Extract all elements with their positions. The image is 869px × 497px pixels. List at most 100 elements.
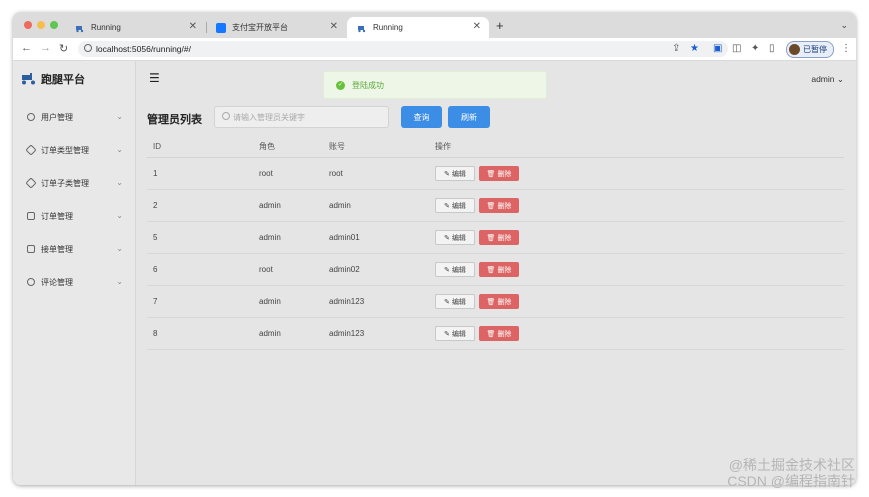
- share-icon[interactable]: ⇪: [672, 43, 680, 54]
- cell-actions: ✎ 编辑 🗑 删除: [429, 317, 844, 350]
- document-icon: [27, 245, 35, 253]
- page-title: 管理员列表: [147, 114, 202, 126]
- tab-running-1[interactable]: Running ✕: [65, 17, 205, 38]
- menu-toggle-icon[interactable]: ☰: [149, 71, 160, 85]
- sidebar-item-order-type[interactable]: 订单类型管理 ⌄: [13, 139, 135, 161]
- edit-button-label: 编辑: [451, 330, 466, 338]
- cell-account: admin01: [323, 221, 429, 254]
- sidebar-item-label: 评论管理: [41, 277, 73, 287]
- column-header-role: 角色: [253, 135, 323, 158]
- delete-button[interactable]: 🗑 删除: [479, 198, 519, 213]
- delete-button-label: 删除: [497, 330, 512, 338]
- sidebar-item-accept-order[interactable]: 接单管理 ⌄: [13, 238, 135, 260]
- trash-icon: 🗑: [486, 234, 496, 242]
- edit-button[interactable]: ✎ 编辑: [435, 198, 475, 213]
- cell-role: admin: [253, 317, 323, 350]
- user-menu[interactable]: admin ⌄: [811, 74, 844, 85]
- tab-close-icon[interactable]: ✕: [473, 21, 481, 32]
- reload-icon[interactable]: ↻: [59, 42, 68, 55]
- sidebar-item-comment-management[interactable]: 评论管理 ⌄: [13, 271, 135, 293]
- chevron-down-icon: ⌄: [116, 112, 123, 121]
- edit-button[interactable]: ✎ 编辑: [435, 326, 475, 341]
- delete-button-label: 删除: [497, 298, 512, 306]
- table-row: 8 admin admin123 ✎ 编辑 🗑 删除: [147, 317, 844, 350]
- chevron-down-icon: ⌄: [116, 244, 123, 253]
- minimize-window-button[interactable]: [37, 21, 45, 29]
- chevron-down-icon: ⌄: [116, 211, 123, 220]
- delete-button[interactable]: 🗑 删除: [479, 230, 519, 245]
- tab-title: 支付宝开放平台: [232, 23, 288, 32]
- column-header-actions: 操作: [429, 135, 844, 158]
- profile-button[interactable]: 已暂停: [786, 41, 834, 58]
- sidebar-item-user-management[interactable]: 用户管理 ⌄: [13, 106, 135, 128]
- pencil-icon: ✎: [444, 202, 450, 210]
- column-header-id: ID: [147, 135, 253, 158]
- translate-icon[interactable]: ▣: [713, 43, 722, 54]
- tab-title: Running: [373, 23, 403, 32]
- back-arrow-icon[interactable]: ←: [21, 42, 32, 54]
- cell-role: admin: [253, 189, 323, 222]
- refresh-button[interactable]: 刷新: [448, 106, 490, 128]
- forward-arrow-icon[interactable]: →: [40, 42, 51, 54]
- check-circle-icon: ✓: [336, 80, 345, 90]
- tab-running-active[interactable]: Running ✕: [347, 17, 489, 38]
- running-favicon-icon: [75, 23, 85, 33]
- sidebar-item-label: 接单管理: [41, 244, 73, 254]
- admin-table: ID 角色 账号 操作 1 root root ✎ 编辑 🗑 删除 2 admin admin ✎ 编…: [147, 135, 844, 350]
- cell-role: admin: [253, 221, 323, 254]
- cell-actions: ✎ 编辑 🗑 删除: [429, 189, 844, 222]
- cell-account: admin123: [323, 285, 429, 318]
- zoom-window-button[interactable]: [50, 21, 58, 29]
- trash-icon: 🗑: [486, 330, 496, 338]
- alipay-favicon-icon: [216, 22, 226, 33]
- search-input[interactable]: [233, 110, 383, 124]
- cell-id: 5: [147, 221, 253, 254]
- pencil-icon: ✎: [444, 330, 450, 338]
- tab-strip: Running ✕ 支付宝开放平台 ✕ Running ✕ + ⌄: [13, 12, 856, 38]
- close-window-button[interactable]: [24, 21, 32, 29]
- table-row: 1 root root ✎ 编辑 🗑 删除: [147, 157, 844, 190]
- scooter-logo-icon: [22, 73, 35, 85]
- edit-button[interactable]: ✎ 编辑: [435, 294, 475, 309]
- tab-close-icon[interactable]: ✕: [189, 21, 197, 32]
- bookmark-star-icon[interactable]: ★: [690, 43, 699, 54]
- side-panel-icon[interactable]: ▯: [769, 43, 775, 54]
- cell-id: 8: [147, 317, 253, 350]
- cell-account: admin: [323, 189, 429, 222]
- sidebar-item-order-subtype[interactable]: 订单子类管理 ⌄: [13, 172, 135, 194]
- url-text: localhost:5056/running/#/: [96, 44, 191, 54]
- delete-button[interactable]: 🗑 删除: [479, 262, 519, 277]
- sidebar-item-label: 用户管理: [41, 112, 73, 122]
- address-bar[interactable]: localhost:5056/running/#/: [78, 41, 728, 57]
- tab-close-icon[interactable]: ✕: [330, 21, 338, 32]
- tab-search-chevron-icon[interactable]: ⌄: [840, 20, 848, 31]
- search-icon: [222, 112, 230, 120]
- edit-button[interactable]: ✎ 编辑: [435, 166, 475, 181]
- delete-button[interactable]: 🗑 删除: [479, 166, 519, 181]
- chevron-down-icon: ⌄: [116, 178, 123, 187]
- chevron-down-icon: ⌄: [116, 145, 123, 154]
- cell-id: 6: [147, 253, 253, 286]
- edit-button[interactable]: ✎ 编辑: [435, 230, 475, 245]
- sidebar: 跑腿平台 用户管理 ⌄ 订单类型管理 ⌄ 订单子类管理 ⌄ 订单管理 ⌄ 接单管…: [13, 61, 136, 485]
- sidebar-item-order-management[interactable]: 订单管理 ⌄: [13, 205, 135, 227]
- pencil-icon: ✎: [444, 234, 450, 242]
- query-button[interactable]: 查询: [401, 106, 442, 128]
- table-header-row: ID 角色 账号 操作: [147, 135, 844, 158]
- browser-menu-icon[interactable]: ⋮: [841, 43, 851, 54]
- extensions-puzzle-icon[interactable]: ✦: [751, 43, 759, 54]
- cell-actions: ✎ 编辑 🗑 删除: [429, 285, 844, 318]
- edit-button[interactable]: ✎ 编辑: [435, 262, 475, 277]
- extension-c-icon[interactable]: ◫: [732, 43, 741, 54]
- user-icon: [27, 113, 35, 121]
- app-logo[interactable]: 跑腿平台: [21, 71, 85, 87]
- tab-alipay[interactable]: 支付宝开放平台 ✕: [206, 17, 346, 38]
- new-tab-button[interactable]: +: [496, 18, 504, 33]
- cell-actions: ✎ 编辑 🗑 删除: [429, 221, 844, 254]
- site-info-icon[interactable]: [84, 44, 92, 52]
- delete-button[interactable]: 🗑 删除: [479, 326, 519, 341]
- table-row: 7 admin admin123 ✎ 编辑 🗑 删除: [147, 285, 844, 318]
- sidebar-item-label: 订单子类管理: [41, 178, 89, 188]
- user-menu-label: admin: [811, 74, 835, 84]
- delete-button[interactable]: 🗑 删除: [479, 294, 519, 309]
